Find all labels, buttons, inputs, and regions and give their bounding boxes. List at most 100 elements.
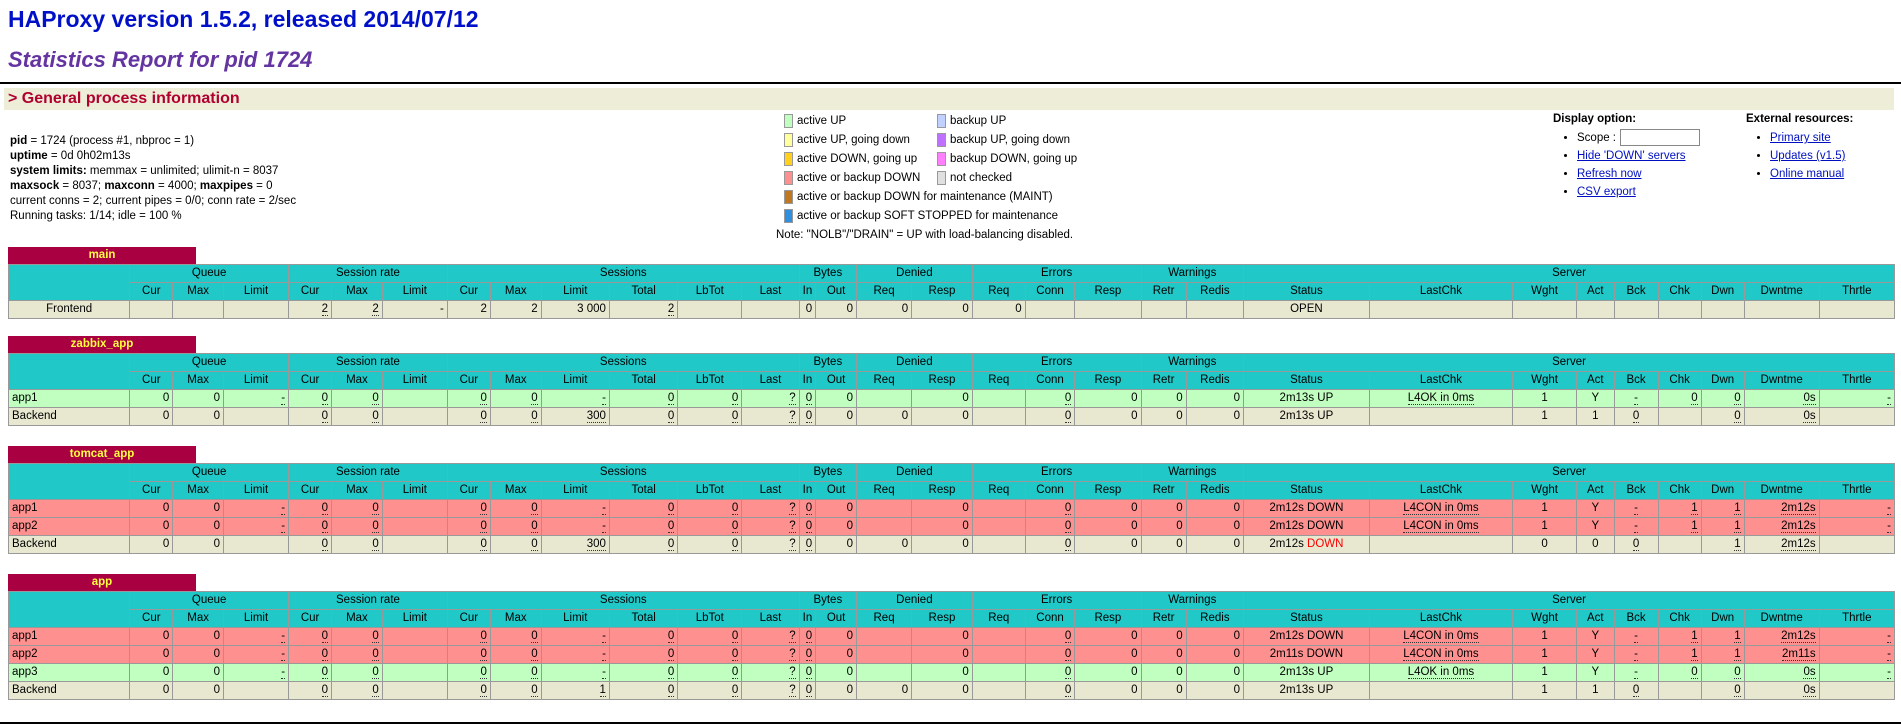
table-cell: 0	[855, 407, 913, 426]
table-cell: 0	[1185, 627, 1245, 646]
table-cell: 2m12s	[1743, 517, 1820, 536]
table-cell	[855, 499, 913, 518]
table-cell	[381, 681, 448, 700]
column-header-cell: Resp	[1074, 609, 1142, 628]
scope-input[interactable]	[1620, 129, 1700, 147]
group-header-cell: Errors	[971, 353, 1142, 372]
table-cell: 0	[815, 517, 857, 536]
table-cell	[1657, 300, 1702, 319]
table-cell	[172, 300, 225, 319]
table-cell: Y	[1576, 627, 1615, 646]
table-cell: 0	[855, 535, 913, 554]
table-cell: 0	[1700, 389, 1745, 408]
table-cell: 0	[1613, 681, 1659, 700]
table-cell	[1512, 300, 1578, 319]
table-cell: ?	[741, 681, 800, 700]
table-cell: ?	[741, 645, 800, 664]
group-header-row: Queue Session rate Sessions Bytes Denied Erro…	[7, 264, 1895, 301]
column-header-cell: Dwn	[1700, 282, 1745, 301]
table-cell: 0	[798, 517, 817, 536]
cell-value: 0	[846, 502, 853, 514]
cell-value: 1	[1541, 648, 1548, 660]
column-header-cell: Cur	[288, 609, 333, 628]
refresh-now-link[interactable]: Refresh now	[1577, 168, 1642, 180]
group-header-cell: Bytes	[798, 353, 858, 372]
column-header-cell: Cur	[446, 481, 491, 500]
column-header-cell: Limit	[540, 371, 610, 390]
cell-value: 0	[213, 410, 221, 422]
column-header-cell: Act	[1576, 282, 1615, 301]
cell-value: 2m13s UP	[1279, 392, 1334, 404]
cell-value: 0	[531, 666, 538, 679]
primary-site-link[interactable]: Primary site	[1770, 132, 1831, 144]
column-header-cell: Conn	[1024, 282, 1076, 301]
legend-label: active UP	[797, 115, 847, 127]
column-header-cell: Req	[855, 481, 913, 500]
cell-value: -	[1634, 392, 1639, 405]
column-header-cell: Retr	[1140, 282, 1187, 301]
cell-value: 2m12s	[1781, 520, 1816, 533]
cell-value: 2m11s DOWN	[1269, 648, 1344, 660]
table-cell: -	[540, 499, 610, 518]
updates-link[interactable]: Updates (v1.5)	[1770, 150, 1845, 162]
hide-down-servers-link[interactable]: Hide 'DOWN' servers	[1577, 150, 1686, 162]
table-cell: 0	[1657, 389, 1702, 408]
cell-value: 0	[1176, 630, 1183, 642]
cell-value: 0	[1176, 648, 1183, 660]
cell-value: 0s	[1803, 410, 1816, 423]
proxy-name-tab[interactable]: main	[8, 247, 196, 264]
table-cell: 2m13s UP	[1243, 407, 1370, 426]
info-line: Running tasks: 1/14; idle = 100 %	[10, 209, 296, 224]
table-cell: 0	[1140, 645, 1187, 664]
column-header-cell: Total	[608, 609, 679, 628]
cell-value: 0	[321, 520, 329, 533]
group-header-cell: Denied	[856, 463, 973, 482]
table-cell	[1368, 535, 1514, 554]
cell-value: 0	[1131, 684, 1138, 696]
process-info: pid = 1724 (process #1, nbproc = 1) uptim…	[10, 134, 296, 224]
proxy-name-tab[interactable]: app	[8, 574, 196, 591]
cell-value: 0	[1064, 666, 1072, 679]
proxy-name-tab[interactable]: tomcat_app	[8, 446, 196, 463]
table-cell	[381, 407, 448, 426]
cell-value: Y	[1591, 666, 1600, 678]
info-value: current conns = 2; current pipes = 0/0; …	[10, 195, 297, 207]
table-cell: 0	[446, 681, 491, 700]
cell-value: 0	[1233, 684, 1241, 696]
table-cell	[1024, 300, 1076, 319]
table-cell: 2	[288, 300, 333, 319]
column-header-row: Cur Max Limit Cur Max Limit Cur Max Limit Total Lb…	[9, 481, 1896, 500]
group-header-cell: Errors	[971, 591, 1142, 610]
table-cell: 1	[1512, 627, 1578, 646]
cell-value: 2m13s UP	[1279, 666, 1334, 678]
table-cell: 0	[677, 535, 743, 554]
online-manual-link[interactable]: Online manual	[1770, 168, 1844, 180]
table-cell: 0	[129, 645, 174, 664]
table-cell: Frontend	[7, 300, 131, 319]
proxy-name-tab[interactable]: zabbix_app	[8, 336, 196, 353]
table-cell: 2m12s DOWN	[1243, 499, 1370, 518]
cell-value: 1	[1734, 648, 1741, 661]
column-header-cell: Total	[608, 371, 679, 390]
info-value: = 1724 (process #1, nbproc = 1)	[27, 135, 195, 147]
table-cell: 0	[1074, 681, 1142, 700]
csv-export-link[interactable]: CSV export	[1577, 186, 1636, 198]
info-key: uptime	[10, 150, 48, 162]
cell-value: L4CON in 0ms	[1403, 630, 1479, 643]
table-cell: 0	[288, 681, 333, 700]
cell-value: 0	[901, 684, 909, 696]
cell-value: 0	[1131, 630, 1138, 642]
table-cell: -	[1818, 389, 1896, 408]
legend-label: active or backup DOWN	[797, 172, 921, 184]
column-header-cell: In	[798, 371, 817, 390]
column-header-cell: Cur	[288, 481, 333, 500]
cell-value: 0	[213, 520, 221, 532]
table-cell	[381, 627, 448, 646]
table-row: app3 0 0 - 0 0 0 0 - 0 0? 0 0 0 0 0 0 0 2m13s UP L4OK in 0m…	[7, 663, 1896, 682]
table-cell: 0s	[1743, 407, 1820, 426]
table-cell: 0	[288, 517, 333, 536]
table-cell	[971, 535, 1026, 554]
column-header-cell: LbTot	[677, 371, 743, 390]
table-cell: 1	[1657, 627, 1702, 646]
cell-value: Y	[1591, 520, 1600, 532]
